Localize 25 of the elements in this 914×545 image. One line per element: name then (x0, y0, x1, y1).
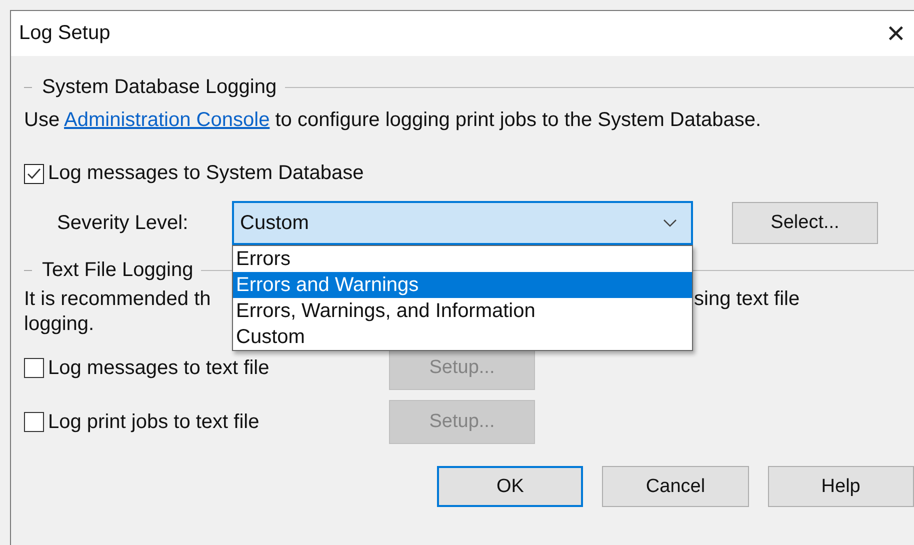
checkbox[interactable] (24, 164, 44, 184)
severity-dropdown[interactable]: Custom (232, 201, 693, 245)
dropdown-option[interactable]: Errors and Warnings (233, 272, 692, 298)
close-button[interactable]: ✕ (878, 20, 914, 48)
window-title: Log Setup (19, 22, 110, 45)
checkbox-label: Log print jobs to text file (48, 410, 260, 434)
chevron-icon (663, 219, 677, 227)
dialog-button[interactable]: Cancel (602, 466, 749, 507)
section-title: System Database Logging (42, 76, 277, 99)
checkbox-label: Log messages to text file (48, 356, 270, 380)
checkbox[interactable] (24, 358, 44, 378)
checkbox[interactable] (24, 412, 44, 432)
intro-text: Use Administration Console to configure logging print jobs to the System Database. (24, 109, 762, 132)
note-text: sing text file (694, 288, 800, 311)
dialog-button[interactable]: Help (768, 466, 914, 507)
dialog-button[interactable]: OK (437, 466, 584, 507)
administration-console-link[interactable]: Administration Console (64, 109, 270, 131)
dropdown-option[interactable]: Errors (233, 246, 692, 272)
note-text: logging. (24, 313, 94, 336)
checkbox-label: Log messages to System Database (48, 162, 364, 185)
section-title: Text File Logging (42, 259, 194, 282)
severity-label: Severity Level: (57, 212, 190, 234)
note-text: It is recommended th (24, 288, 211, 311)
dropdown-option[interactable]: Errors, Warnings, and Information (233, 298, 692, 324)
select-button[interactable]: Select... (732, 202, 878, 244)
